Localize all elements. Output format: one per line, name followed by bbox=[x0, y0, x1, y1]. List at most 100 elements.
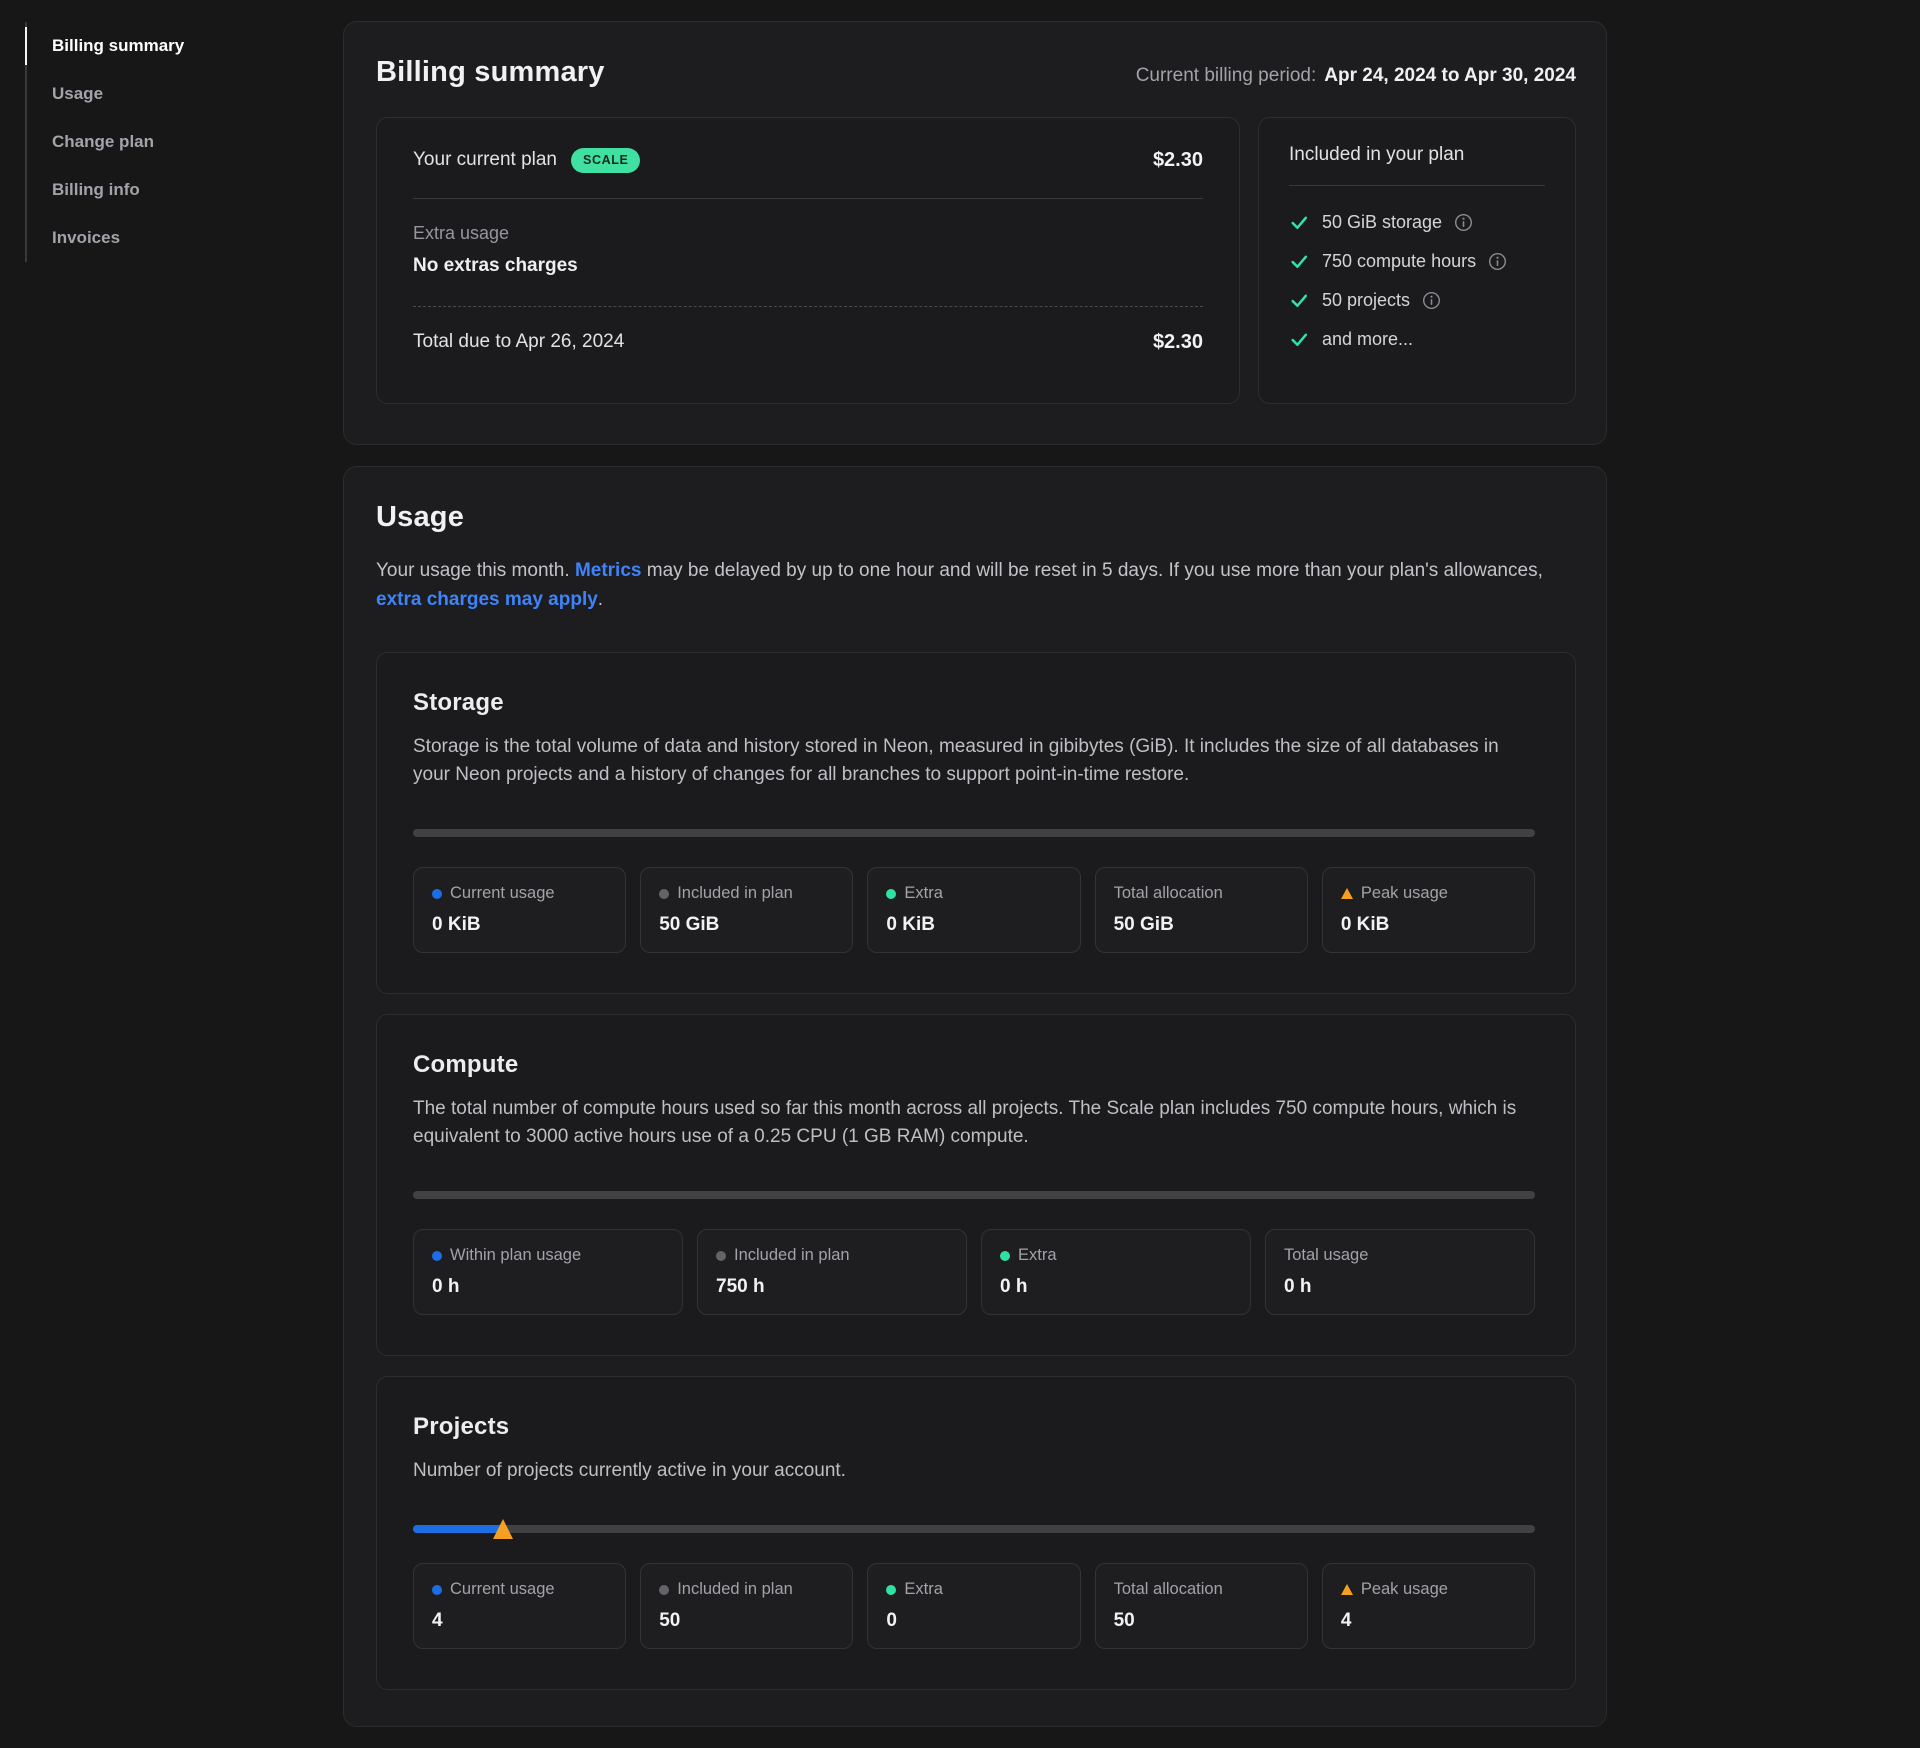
billing-period: Current billing period:Apr 24, 2024 to A… bbox=[1136, 65, 1576, 87]
stat-current-usage: Current usage 4 bbox=[413, 1563, 626, 1649]
billing-summary-card: Billing summary Current billing period:A… bbox=[343, 21, 1607, 445]
included-dot-icon bbox=[659, 889, 669, 899]
current-usage-dot-icon bbox=[432, 1585, 442, 1595]
extra-usage-value: No extras charges bbox=[413, 255, 1203, 277]
usage-title: Usage bbox=[376, 501, 1576, 534]
stat-current-usage: Current usage 0 KiB bbox=[413, 867, 626, 953]
check-icon bbox=[1289, 251, 1310, 272]
metrics-link[interactable]: Metrics bbox=[575, 560, 642, 581]
within-plan-dot-icon bbox=[432, 1251, 442, 1261]
projects-progress-bar bbox=[413, 1525, 1535, 1533]
extra-charges-link[interactable]: extra charges may apply bbox=[376, 589, 598, 610]
peak-usage-triangle-icon bbox=[1341, 888, 1353, 899]
extra-dot-icon bbox=[886, 1585, 896, 1595]
included-item-label: 750 compute hours bbox=[1322, 251, 1476, 272]
divider bbox=[413, 198, 1203, 199]
projects-progress-fill bbox=[413, 1525, 503, 1533]
stat-value: 0 h bbox=[432, 1276, 664, 1298]
sidebar-item-usage[interactable]: Usage bbox=[27, 70, 315, 118]
stat-value: 0 h bbox=[1000, 1276, 1232, 1298]
storage-stats: Current usage 0 KiB Included in plan 50 … bbox=[413, 867, 1535, 953]
extra-dot-icon bbox=[886, 889, 896, 899]
included-item-label: 50 projects bbox=[1322, 290, 1410, 311]
compute-title: Compute bbox=[413, 1051, 1535, 1079]
divider bbox=[413, 306, 1203, 307]
plan-price: $2.30 bbox=[1153, 149, 1203, 172]
stat-included-in-plan: Included in plan 750 h bbox=[697, 1229, 967, 1315]
stat-total-usage: Total usage 0 h bbox=[1265, 1229, 1535, 1315]
stat-value: 0 KiB bbox=[432, 914, 607, 936]
included-item-compute: 750 compute hours bbox=[1289, 248, 1545, 274]
compute-section: Compute The total number of compute hour… bbox=[376, 1014, 1576, 1356]
projects-title: Projects bbox=[413, 1413, 1535, 1441]
current-plan-label: Your current plan bbox=[413, 149, 557, 171]
divider bbox=[1289, 185, 1545, 186]
included-item-more: and more... bbox=[1289, 326, 1545, 352]
stat-value: 0 KiB bbox=[886, 914, 1061, 936]
included-item-projects: 50 projects bbox=[1289, 287, 1545, 313]
peak-usage-triangle-icon bbox=[1341, 1584, 1353, 1595]
included-in-plan-title: Included in your plan bbox=[1289, 144, 1545, 166]
total-due-row: Total due to Apr 26, 2024 $2.30 bbox=[413, 331, 1203, 354]
compute-description: The total number of compute hours used s… bbox=[413, 1095, 1535, 1151]
compute-progress-bar bbox=[413, 1191, 1535, 1199]
sidebar-item-billing-summary[interactable]: Billing summary bbox=[27, 22, 315, 70]
stat-label: Extra bbox=[904, 884, 943, 903]
main-content: Billing summary Current billing period:A… bbox=[343, 21, 1607, 1727]
stat-label: Peak usage bbox=[1361, 884, 1448, 903]
info-icon[interactable] bbox=[1422, 291, 1441, 310]
projects-description: Number of projects currently active in y… bbox=[413, 1457, 1535, 1485]
projects-section: Projects Number of projects currently ac… bbox=[376, 1376, 1576, 1690]
stat-label: Included in plan bbox=[677, 884, 793, 903]
usage-card: Usage Your usage this month. Metrics may… bbox=[343, 466, 1607, 1727]
stat-value: 750 h bbox=[716, 1276, 948, 1298]
current-usage-dot-icon bbox=[432, 889, 442, 899]
stat-total-allocation: Total allocation 50 bbox=[1095, 1563, 1308, 1649]
usage-intro: Your usage this month. Metrics may be de… bbox=[376, 556, 1556, 614]
stat-label: Current usage bbox=[450, 884, 555, 903]
check-icon bbox=[1289, 212, 1310, 233]
stat-peak-usage: Peak usage 4 bbox=[1322, 1563, 1535, 1649]
included-dot-icon bbox=[716, 1251, 726, 1261]
sidebar-item-billing-info[interactable]: Billing info bbox=[27, 166, 315, 214]
stat-value: 0 KiB bbox=[1341, 914, 1516, 936]
storage-progress-bar bbox=[413, 829, 1535, 837]
included-dot-icon bbox=[659, 1585, 669, 1595]
sidebar-item-change-plan[interactable]: Change plan bbox=[27, 118, 315, 166]
storage-title: Storage bbox=[413, 689, 1535, 717]
stat-total-allocation: Total allocation 50 GiB bbox=[1095, 867, 1308, 953]
stat-extra: Extra 0 KiB bbox=[867, 867, 1080, 953]
info-icon[interactable] bbox=[1488, 252, 1507, 271]
stat-label: Total allocation bbox=[1114, 1580, 1223, 1599]
included-item-label: 50 GiB storage bbox=[1322, 212, 1442, 233]
stat-label: Extra bbox=[1018, 1246, 1057, 1265]
stat-within-plan-usage: Within plan usage 0 h bbox=[413, 1229, 683, 1315]
info-icon[interactable] bbox=[1454, 213, 1473, 232]
billing-summary-title: Billing summary bbox=[376, 56, 605, 89]
stat-value: 50 bbox=[1114, 1610, 1289, 1632]
billing-sidebar: Billing summary Usage Change plan Billin… bbox=[25, 22, 315, 262]
storage-description: Storage is the total volume of data and … bbox=[413, 733, 1535, 789]
extra-usage-label: Extra usage bbox=[413, 223, 1203, 244]
stat-value: 0 h bbox=[1284, 1276, 1516, 1298]
check-icon bbox=[1289, 329, 1310, 350]
current-plan-row: Your current plan SCALE $2.30 bbox=[413, 148, 1203, 173]
plan-badge: SCALE bbox=[571, 148, 640, 173]
sidebar-item-invoices[interactable]: Invoices bbox=[27, 214, 315, 262]
stat-value: 50 GiB bbox=[659, 914, 834, 936]
usage-intro-text: . bbox=[598, 589, 603, 610]
stat-extra: Extra 0 bbox=[867, 1563, 1080, 1649]
stat-label: Current usage bbox=[450, 1580, 555, 1599]
stat-value: 4 bbox=[1341, 1610, 1516, 1632]
stat-label: Extra bbox=[904, 1580, 943, 1599]
stat-value: 50 bbox=[659, 1610, 834, 1632]
included-item-storage: 50 GiB storage bbox=[1289, 209, 1545, 235]
stat-value: 4 bbox=[432, 1610, 607, 1632]
stat-label: Total allocation bbox=[1114, 884, 1223, 903]
stat-included-in-plan: Included in plan 50 bbox=[640, 1563, 853, 1649]
stat-value: 50 GiB bbox=[1114, 914, 1289, 936]
stat-extra: Extra 0 h bbox=[981, 1229, 1251, 1315]
stat-label: Peak usage bbox=[1361, 1580, 1448, 1599]
billing-summary-panels: Your current plan SCALE $2.30 Extra usag… bbox=[376, 117, 1576, 404]
stat-label: Within plan usage bbox=[450, 1246, 581, 1265]
